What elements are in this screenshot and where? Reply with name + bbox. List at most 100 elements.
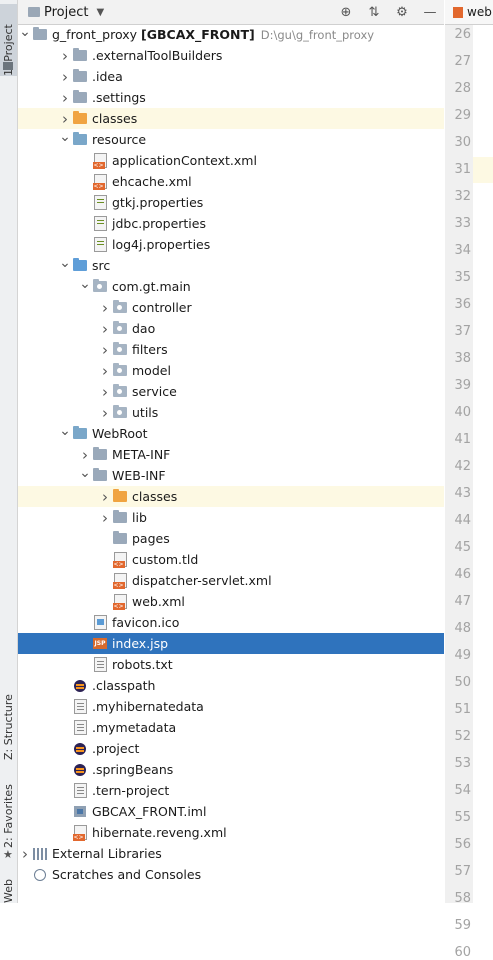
excluded-folder-icon [112, 489, 128, 504]
collapse-icon[interactable]: ⇅ [366, 5, 382, 20]
folder-icon [72, 48, 88, 63]
tree-row[interactable]: › .settings [18, 87, 444, 108]
tree-row[interactable]: ⌄ resource [18, 129, 444, 150]
tree-row[interactable]: › classes [18, 108, 444, 129]
editor-tab[interactable]: web [445, 0, 493, 25]
chevron-down-icon[interactable]: ⌄ [58, 255, 72, 271]
tree-row[interactable]: robots.txt [18, 654, 444, 675]
chevron-right-icon[interactable]: › [18, 845, 32, 863]
chevron-right-icon[interactable]: › [98, 341, 112, 359]
tree-item-label: custom.tld [132, 552, 199, 567]
line-number: 44 [454, 513, 471, 528]
tree-row[interactable]: › External Libraries [18, 843, 444, 864]
gear-icon[interactable]: ⚙ [394, 5, 410, 20]
tree-row[interactable]: › utils [18, 402, 444, 423]
jsp-file-icon: JSP [93, 638, 107, 649]
tree-row[interactable]: › .idea [18, 66, 444, 87]
chevron-down-icon[interactable]: ⌄ [78, 276, 92, 292]
tree-row[interactable]: › controller [18, 297, 444, 318]
tree-row[interactable]: applicationContext.xml [18, 150, 444, 171]
tree-row[interactable]: .classpath [18, 675, 444, 696]
tree-row[interactable]: hibernate.reveng.xml [18, 822, 444, 843]
tree-row[interactable]: favicon.ico [18, 612, 444, 633]
locate-icon[interactable]: ⊕ [338, 5, 354, 20]
tree-row[interactable]: web.xml [18, 591, 444, 612]
line-number: 40 [454, 405, 471, 420]
tree-row[interactable]: › .externalToolBuilders [18, 45, 444, 66]
chevron-down-icon[interactable]: ⌄ [18, 24, 32, 40]
tree-row[interactable]: ⌄ g_front_proxy [GBCAX_FRONT] D:\gu\g_front… [18, 24, 444, 45]
chevron-right-icon[interactable]: › [98, 509, 112, 527]
xml-file-icon [92, 153, 108, 169]
tree-row[interactable]: › model [18, 360, 444, 381]
chevron-down-icon[interactable]: ⌄ [58, 423, 72, 439]
chevron-right-icon[interactable]: › [58, 110, 72, 128]
tree-row[interactable]: › dao [18, 318, 444, 339]
tree-row[interactable]: .springBeans [18, 759, 444, 780]
line-number: 56 [454, 837, 471, 852]
tree-row[interactable]: ⌄ WEB-INF [18, 465, 444, 486]
chevron-right-icon[interactable]: › [78, 446, 92, 464]
tree-row[interactable]: .mymetadata [18, 717, 444, 738]
text-file-icon [72, 783, 88, 798]
line-number: 53 [454, 756, 471, 771]
line-number: 50 [454, 675, 471, 690]
favorites-tool-tab[interactable]: 2: Favorites [0, 778, 17, 848]
tree-row[interactable]: .project [18, 738, 444, 759]
line-number: 39 [454, 378, 471, 393]
tree-item-label: src [92, 258, 111, 273]
tree-item-label: filters [132, 342, 168, 357]
properties-file-icon [92, 216, 108, 231]
tree-row[interactable]: jdbc.properties [18, 213, 444, 234]
libraries-icon [32, 847, 48, 861]
tree-row[interactable]: ⌄ com.gt.main [18, 276, 444, 297]
tree-item-label: META-INF [112, 447, 171, 462]
chevron-right-icon[interactable]: › [98, 320, 112, 338]
package-icon [112, 363, 128, 378]
tree-row[interactable]: ⌄ WebRoot [18, 423, 444, 444]
chevron-right-icon[interactable]: › [58, 47, 72, 65]
chevron-down-icon[interactable]: ⌄ [78, 465, 92, 481]
source-folder-icon [72, 258, 88, 273]
tree-row[interactable]: › filters [18, 339, 444, 360]
editor-area[interactable] [473, 24, 493, 903]
text-file-icon [92, 657, 108, 672]
chevron-down-icon[interactable]: ⌄ [58, 129, 72, 145]
chevron-right-icon[interactable]: › [98, 299, 112, 317]
tree-row[interactable]: gtkj.properties [18, 192, 444, 213]
tree-row[interactable]: ehcache.xml [18, 171, 444, 192]
chevron-right-icon[interactable]: › [98, 404, 112, 422]
tree-row[interactable]: custom.tld [18, 549, 444, 570]
structure-tool-tab[interactable]: Z: Structure [0, 684, 17, 760]
folder-icon [32, 27, 48, 42]
xml-file-icon [92, 174, 108, 190]
chevron-right-icon[interactable]: › [98, 488, 112, 506]
tree-row[interactable]: dispatcher-servlet.xml [18, 570, 444, 591]
project-view-selector[interactable]: Project ▼ [28, 5, 104, 20]
tree-row[interactable]: GBCAX_FRONT.iml [18, 801, 444, 822]
tree-row[interactable]: ⌄ src [18, 255, 444, 276]
tree-row[interactable]: › classes [18, 486, 444, 507]
chevron-right-icon[interactable]: › [98, 383, 112, 401]
chevron-right-icon[interactable]: › [58, 68, 72, 86]
tree-row[interactable]: › lib [18, 507, 444, 528]
favorites-tool-tab-label: 2: Favorites [2, 784, 15, 848]
chevron-right-icon[interactable]: › [98, 362, 112, 380]
chevron-right-icon[interactable]: › [58, 89, 72, 107]
star-icon: ★ [3, 848, 13, 861]
tree-row[interactable]: JSP index.jsp [18, 633, 444, 654]
web-tool-tab[interactable]: Web [0, 872, 17, 903]
tree-row[interactable]: .myhibernatedata [18, 696, 444, 717]
excluded-folder-icon [72, 111, 88, 126]
tree-row[interactable]: › META-INF [18, 444, 444, 465]
tree-row[interactable]: .tern-project [18, 780, 444, 801]
tree-row[interactable]: pages [18, 528, 444, 549]
tree-row[interactable]: log4j.properties [18, 234, 444, 255]
line-number: 52 [454, 729, 471, 744]
hide-icon[interactable]: — [422, 5, 438, 20]
tree-row[interactable]: › service [18, 381, 444, 402]
tree-row[interactable]: Scratches and Consoles [18, 864, 444, 885]
